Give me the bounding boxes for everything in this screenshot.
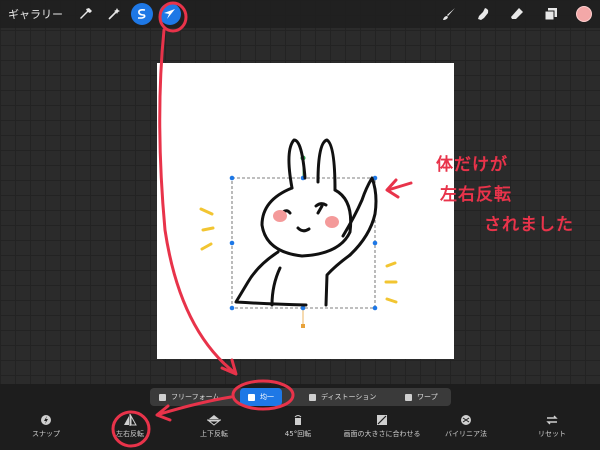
mode-distortion[interactable]: ディストーション — [309, 388, 376, 406]
mode-uniform-label: 均一 — [260, 393, 274, 401]
current-color-swatch[interactable] — [576, 6, 592, 22]
right-toolbar — [426, 3, 592, 25]
rotate-45-button[interactable]: 45°回転 — [258, 414, 338, 439]
rotate-45-label: 45°回転 — [284, 430, 312, 438]
flip-vertical-label: 上下反転 — [200, 430, 228, 438]
annotation-line-1: 体だけが — [436, 155, 508, 175]
fit-to-screen-label: 画面の大きさに合わせる — [343, 430, 421, 438]
interpolation-button[interactable]: バイリニア法 — [426, 414, 506, 439]
reset-button[interactable]: リセット — [512, 414, 592, 439]
mode-warp-label: ワープ — [417, 393, 438, 401]
wrench-icon[interactable] — [75, 3, 97, 25]
flip-vertical-icon — [207, 414, 221, 426]
freeform-icon — [159, 393, 166, 401]
annotation-arrow-head-down — [220, 358, 238, 376]
mode-distortion-label: ディストーション — [321, 393, 377, 401]
fit-to-screen-icon — [375, 414, 389, 426]
warp-icon — [405, 393, 412, 401]
snap-icon — [39, 414, 53, 426]
mode-warp[interactable]: ワープ — [405, 388, 438, 406]
mode-freeform[interactable]: フリーフォーム — [159, 388, 219, 406]
top-toolbar: ギャラリー — [0, 0, 600, 28]
interpolation-icon — [459, 414, 473, 426]
mode-uniform[interactable]: 均一 — [240, 388, 282, 406]
rotate-icon — [291, 414, 305, 426]
reset-label: リセット — [538, 430, 566, 438]
flip-horizontal-button[interactable]: 左右反転 — [90, 414, 170, 439]
selection-icon[interactable] — [131, 3, 153, 25]
gallery-button[interactable]: ギャラリー — [8, 6, 63, 22]
brush-icon[interactable] — [438, 3, 460, 25]
drawing-canvas[interactable] — [157, 63, 454, 359]
snap-button[interactable]: スナップ — [6, 414, 86, 439]
reset-icon — [545, 414, 559, 426]
smudge-icon[interactable] — [472, 3, 494, 25]
flip-horizontal-icon — [123, 414, 137, 426]
interpolation-label: バイリニア法 — [445, 430, 487, 438]
eraser-icon[interactable] — [506, 3, 528, 25]
distortion-icon — [309, 393, 316, 401]
layers-icon[interactable] — [540, 3, 562, 25]
uniform-icon — [248, 393, 255, 401]
flip-horizontal-label: 左右反転 — [116, 430, 144, 438]
annotation-line-2: 左右反転 — [440, 185, 512, 205]
transform-arrow-icon[interactable] — [159, 3, 181, 25]
flip-vertical-button[interactable]: 上下反転 — [174, 414, 254, 439]
snap-label: スナップ — [32, 430, 60, 438]
fit-to-screen-button[interactable]: 画面の大きさに合わせる — [342, 414, 422, 439]
mode-freeform-label: フリーフォーム — [171, 393, 220, 401]
magic-wand-icon[interactable] — [103, 3, 125, 25]
annotation-line-3: されました — [484, 215, 574, 235]
